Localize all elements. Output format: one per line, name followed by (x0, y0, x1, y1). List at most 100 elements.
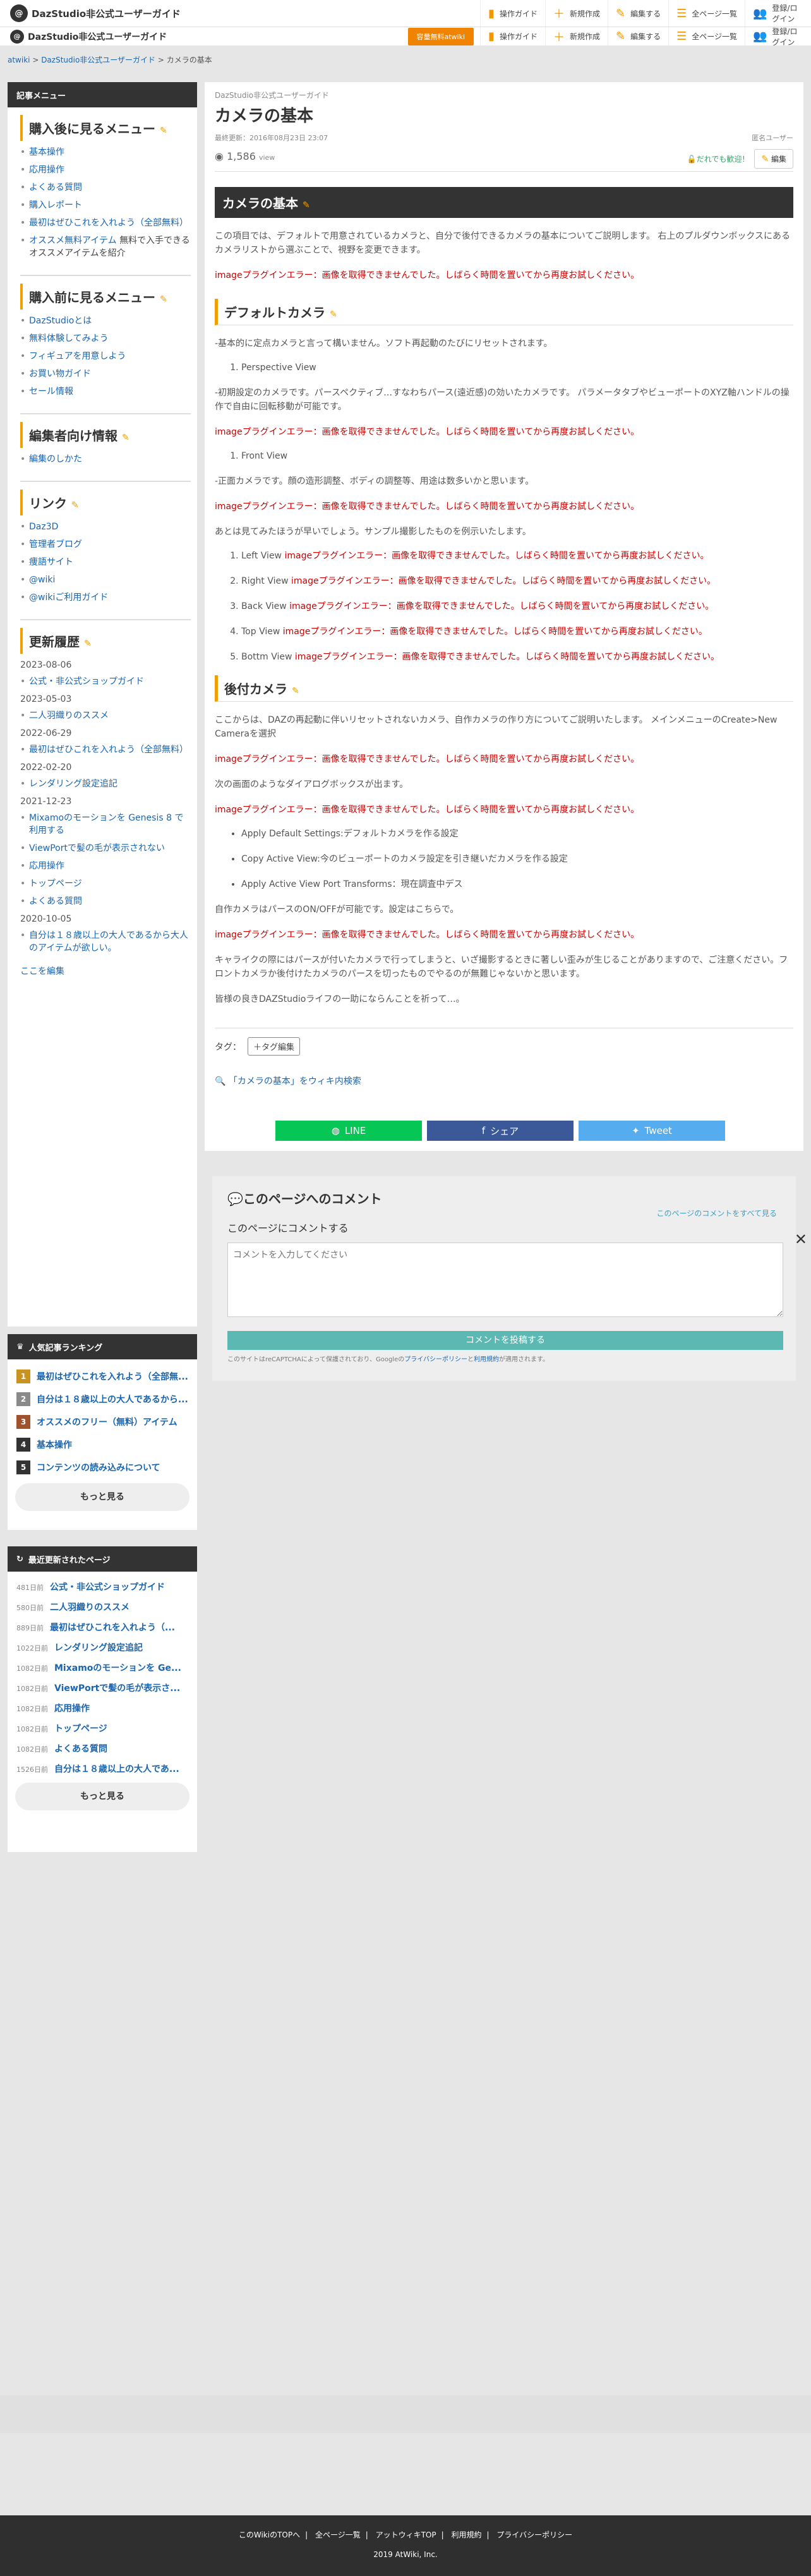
all-comments-link[interactable]: このページのコメントをすべて見る (657, 1208, 777, 1219)
pencil-icon[interactable]: ✎ (71, 500, 79, 510)
recent-item[interactable]: 481日前 公式・非公式ショップガイド (16, 1580, 189, 1593)
ranking-item[interactable]: 4 基本操作 (16, 1438, 189, 1452)
list-item[interactable]: @wiki (20, 574, 191, 586)
facebook-share-button[interactable]: f シェア (427, 1121, 574, 1141)
nav-all-pages[interactable]: ☰ 全ページ一覧 (668, 27, 745, 45)
nav-new[interactable]: ＋新規作成 (544, 0, 608, 27)
footer-link[interactable]: 利用規約 (451, 2531, 481, 2539)
nav-guide[interactable]: ▮ 操作ガイド (480, 27, 545, 45)
list-item[interactable]: 二人羽織りのススメ (20, 709, 191, 722)
site-title-sticky[interactable]: @ DazStudio非公式ユーザーガイド (10, 29, 167, 44)
footer-link[interactable]: アットウィキTOP (376, 2531, 436, 2539)
nav-edit[interactable]: ✎ 編集する (607, 27, 668, 45)
line-share-button[interactable]: ◍ LINE (275, 1121, 422, 1141)
edit-button[interactable]: ✎ 編集 (754, 149, 793, 169)
comment-input[interactable] (227, 1243, 783, 1317)
list-item: Apply Active View Port Transforms：現在調査中デ… (241, 877, 793, 891)
recent-item[interactable]: 1082日前 ViewPortで髪の毛が表示さ... (16, 1682, 189, 1694)
pencil-icon[interactable]: ✎ (122, 433, 129, 443)
nav-login[interactable]: 👥 登録/ログイン (745, 0, 811, 27)
list-item: Perspective View (241, 361, 793, 375)
wiki-search-link[interactable]: 🔍 「カメラの基本」をウィキ内検索 (215, 1074, 793, 1087)
ranking-item[interactable]: 2 自分は１８歳以上の大人であるから... (16, 1392, 189, 1406)
list-item[interactable]: フィギュアを用意しよう (20, 350, 191, 363)
recent-item[interactable]: 1082日前 応用操作 (16, 1702, 189, 1714)
welcome-link[interactable]: 🔓だれでも歓迎！ (687, 153, 750, 164)
list-item[interactable]: トップページ (20, 877, 191, 890)
recent-item[interactable]: 1022日前 レンダリング設定追記 (16, 1641, 189, 1654)
breadcrumb-wiki[interactable]: DazStudio非公式ユーザーガイド (41, 56, 155, 64)
intro-text: この項目では、デフォルトで用意されているカメラと、自分で後付できるカメラの基本に… (215, 231, 790, 255)
pencil-icon[interactable]: ✎ (330, 310, 337, 320)
free-capacity-badge[interactable]: 容量無料atwiki (407, 27, 474, 45)
close-icon[interactable]: ✕ (795, 1231, 807, 1248)
pencil-icon[interactable]: ✎ (160, 294, 167, 304)
image-error: imageプラグインエラー：画像を取得できませんでした。しばらく時間を置いてから… (215, 502, 640, 512)
history-edit-link[interactable]: ここを編集 (20, 966, 64, 977)
list-item[interactable]: 応用操作 (20, 860, 191, 872)
list-icon: ☰ (676, 6, 687, 20)
list-item[interactable]: 応用操作 (20, 164, 191, 176)
list-item[interactable]: 購入レポート (20, 199, 191, 212)
lock-open-icon: 🔓 (687, 155, 697, 164)
list-item[interactable]: 最初はぜひこれを入れよう（全部無料） (20, 743, 191, 756)
list-item[interactable]: @wikiご利用ガイド (20, 591, 191, 604)
list-item[interactable]: 編集のしかた (20, 453, 191, 466)
terms-link[interactable]: 利用規約 (474, 1356, 499, 1363)
list-item[interactable]: 公式・非公式ショップガイド (20, 675, 191, 688)
list-item[interactable]: 基本操作 (20, 146, 191, 159)
footer-link[interactable]: 全ページ一覧 (315, 2531, 361, 2539)
list-item[interactable]: よくある質問 (20, 181, 191, 194)
recent-item[interactable]: 1526日前 自分は１８歳以上の大人であ... (16, 1762, 189, 1775)
list-item[interactable]: セール情報 (20, 385, 191, 398)
list-item[interactable]: 自分は１８歳以上の大人であるから大人のアイテムが欲しい。 (20, 929, 191, 954)
nav-guide[interactable]: ▮ 操作ガイド (480, 0, 545, 27)
image-error: imageプラグインエラー：画像を取得できませんでした。しばらく時間を置いてから… (215, 427, 640, 437)
divider (20, 413, 191, 414)
nav-login[interactable]: 👥 登録/ログイン (745, 27, 811, 47)
list-item[interactable]: Daz3D (20, 521, 191, 533)
recent-item[interactable]: 580日前 二人羽織りのススメ (16, 1601, 189, 1613)
ranking-item[interactable]: 3 オススメのフリー（無料）アイテム (16, 1415, 189, 1429)
list-item[interactable]: DazStudioとは (20, 315, 191, 327)
list-item[interactable]: よくある質問 (20, 895, 191, 908)
recent-item[interactable]: 1082日前 トップページ (16, 1722, 189, 1735)
privacy-policy-link[interactable]: プライバシーポリシー (404, 1356, 467, 1363)
recent-item[interactable]: 1082日前 よくある質問 (16, 1742, 189, 1755)
site-title[interactable]: @ DazStudio非公式ユーザーガイド (10, 4, 181, 22)
list-item[interactable]: レンダリング設定追記 (20, 778, 191, 790)
atwiki-logo-icon: @ (10, 4, 28, 22)
history-date: 2022-02-20 (20, 762, 72, 773)
ranking-more-button[interactable]: もっと見る (15, 1483, 189, 1511)
recent-item[interactable]: 889日前 最初はぜひこれを入れよう（... (16, 1621, 189, 1634)
list-item[interactable]: お買い物ガイド (20, 368, 191, 380)
ranking-item[interactable]: 1 最初はぜひこれを入れよう（全部無... (16, 1369, 189, 1383)
list-item[interactable]: 最初はぜひこれを入れよう（全部無料） (20, 217, 191, 229)
ranking-item[interactable]: 5 コンテンツの読み込みについて (16, 1460, 189, 1474)
history-date: 2023-05-03 (20, 694, 72, 704)
submit-comment-button[interactable]: コメントを投稿する (227, 1331, 783, 1350)
breadcrumb-root[interactable]: atwiki (8, 56, 30, 64)
history-section: 更新履歴 ✎ 2023-08-06 公式・非公式ショップガイド 2023-05-… (20, 628, 191, 977)
recent-item[interactable]: 1082日前 Mixamoのモーションを Ge... (16, 1661, 189, 1674)
nav-all-pages[interactable]: ☰ 全ページ一覧 (668, 0, 745, 27)
footer-link[interactable]: このWikiのTOPへ (239, 2531, 300, 2539)
list-item[interactable]: 痩語サイト (20, 556, 191, 569)
pencil-icon[interactable]: ✎ (303, 200, 310, 210)
nav-edit[interactable]: ✎ 編集する (607, 0, 668, 27)
footer-link[interactable]: プライバシーポリシー (496, 2531, 572, 2539)
pencil-icon: ✎ (761, 154, 769, 164)
recent-more-button[interactable]: もっと見る (15, 1783, 189, 1810)
list-item[interactable]: 管理者ブログ (20, 538, 191, 551)
nav-new[interactable]: ＋新規作成 (544, 27, 608, 45)
list-item[interactable]: 無料体験してみよう (20, 332, 191, 345)
tag-edit-button[interactable]: ＋タグ編集 (248, 1037, 301, 1056)
twitter-share-button[interactable]: ✦ Tweet (579, 1121, 725, 1141)
list-item[interactable]: Mixamoのモーションを Genesis 8 で利用する (20, 812, 191, 837)
pencil-icon[interactable]: ✎ (84, 639, 92, 649)
list-item[interactable]: オススメ無料アイテム 無料で入手できるオススメアイテムを紹介 (20, 234, 191, 260)
pencil-icon[interactable]: ✎ (292, 686, 299, 696)
list-item[interactable]: ViewPortで髪の毛が表示されない (20, 842, 191, 855)
list-item: Bottm View imageプラグインエラー：画像を取得できませんでした。し… (241, 650, 793, 664)
pencil-icon[interactable]: ✎ (160, 126, 167, 136)
